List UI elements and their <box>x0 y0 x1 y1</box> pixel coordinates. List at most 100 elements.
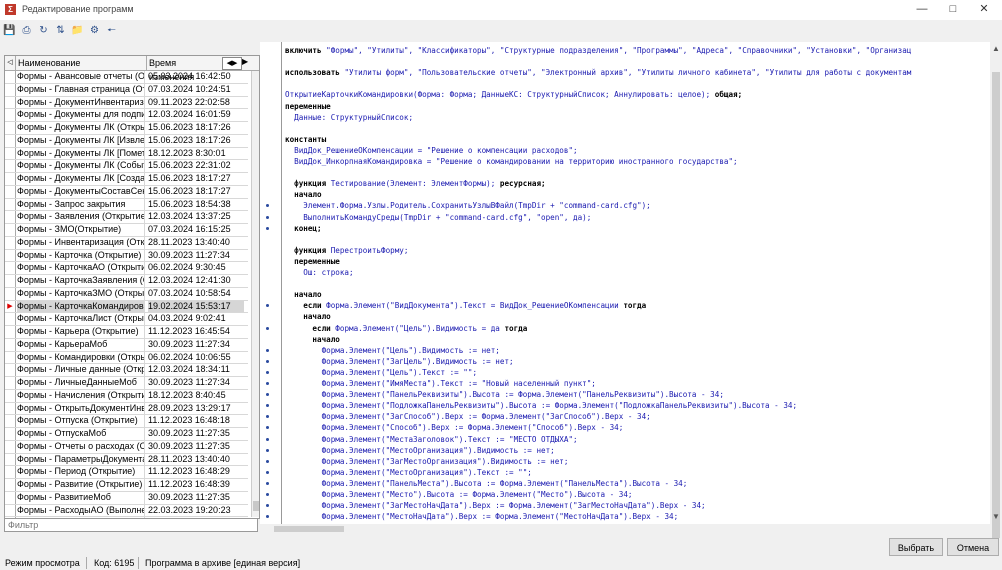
table-row[interactable]: Формы - Главная страница (Откр 07.03.2024… <box>5 83 248 97</box>
table-row[interactable]: Формы - Документы ЛК [Создать 15.06.2023 … <box>5 173 248 186</box>
window-title: Редактирование программ <box>22 4 134 14</box>
row-name: Формы - Авансовые отчеты (Отк <box>17 71 145 83</box>
select-button[interactable]: Выбрать <box>889 538 943 556</box>
row-name: Формы - Командировки (Открыти <box>17 351 145 364</box>
grid-header: ◁ Наименование Время изменения ◀▶ ▶ <box>5 56 259 82</box>
breakpoint-marker-icon[interactable] <box>266 226 269 230</box>
table-row[interactable]: Формы - Карточка (Открытие) 30.09.2023 11… <box>5 249 248 263</box>
settings-icon[interactable]: ⚙ <box>88 24 101 37</box>
row-time: 12.03.2024 12:41:30 <box>148 275 231 285</box>
table-row[interactable]: Формы - РасходыАО (Выполнение22.03.2023 … <box>5 504 248 518</box>
breakpoint-marker-icon[interactable] <box>266 359 269 363</box>
code-keyword: общая; <box>714 90 743 100</box>
maximize-button[interactable]: □ <box>938 1 968 17</box>
open-folder-icon[interactable]: 📁 <box>71 24 84 37</box>
column-header-time[interactable]: Время изменения <box>147 56 223 82</box>
code-keyword: тогда <box>623 301 647 311</box>
code-line: ВидДок_ИнкорпнаяКомандировка = "Решение … <box>285 156 738 167</box>
column-nav-arrows-icon[interactable]: ◀▶ <box>222 57 242 70</box>
filter-input[interactable] <box>4 518 258 532</box>
table-row[interactable]: Формы - Карьера (Открытие) 11.12.2023 16:… <box>5 326 248 339</box>
scroll-up-icon[interactable]: ▲ <box>992 44 1000 53</box>
table-row[interactable]: Формы - Запрос закрытия 15.06.2023 18:54:… <box>5 198 248 212</box>
table-row[interactable]: Формы - ЗМО(Открытие) 07.03.2024 16:15:25 <box>5 224 248 237</box>
breakpoint-marker-icon[interactable] <box>266 493 269 496</box>
table-row[interactable]: Формы - Развитие (Открытие) 11.12.2023 16… <box>5 479 248 492</box>
code-scrollbar-thumb[interactable] <box>992 72 1000 538</box>
code-horizontal-scrollbar[interactable] <box>260 524 990 534</box>
table-row[interactable]: Формы - ОтпускаМоб 30.09.2023 11:27:35 <box>5 428 248 441</box>
code-keyword: использовать <box>285 68 345 78</box>
code-text: ВидДок_ИнкорпнаяКомандировка = "Решение … <box>285 157 738 166</box>
programs-grid: ◁ Наименование Время изменения ◀▶ ▶ Форм… <box>4 55 260 519</box>
table-row[interactable]: Формы - Заявления (Открытие) 12.03.2024 1… <box>5 211 248 224</box>
table-row[interactable]: Формы - Авансовые отчеты (Отк 05.03.2024 … <box>5 71 248 84</box>
cancel-button[interactable]: Отмена <box>947 538 999 556</box>
table-row[interactable]: Формы - РазвитиеМоб 30.09.2023 11:27:35 <box>5 491 248 505</box>
breakpoint-marker-icon[interactable] <box>266 348 269 352</box>
row-name: Формы - ДокументыСоставСени <box>17 185 145 198</box>
row-time: 05.03.2024 16:42:50 <box>148 71 231 81</box>
gutter-divider <box>281 42 282 524</box>
code-gutter <box>260 42 280 524</box>
column-header-name[interactable]: Наименование <box>16 56 147 70</box>
table-row[interactable]: Формы - КарточкаЗМО (Открытие 07.03.2024 … <box>5 287 248 301</box>
table-row[interactable]: Формы - КарточкаЗаявления (Отк 12.03.2024… <box>5 275 248 288</box>
table-row[interactable]: Формы - Начисления (Открытие) 18.12.2023 … <box>5 389 248 403</box>
code-vertical-scrollbar[interactable]: ▲ ▼ <box>990 42 1002 538</box>
code-text: Форма.Элемент("МестоНачДата").Верх := Фо… <box>285 512 679 522</box>
breakpoint-marker-icon[interactable] <box>266 470 269 474</box>
status-divider <box>86 557 87 569</box>
scroll-down-icon[interactable]: ▼ <box>992 512 1000 521</box>
grid-scrollbar[interactable] <box>251 71 259 517</box>
table-row[interactable]: ▶ Формы - КарточкаКомандировки 19.02.2024 … <box>5 300 248 314</box>
row-indicator <box>5 71 16 83</box>
table-row[interactable]: Формы - ОткрытьДокументИнвен 28.09.2023 1… <box>5 402 248 416</box>
table-row[interactable]: Формы - КарточкаЛист (Открытие 04.03.2024… <box>5 313 248 326</box>
row-name: Формы - Документы ЛК [Пометит <box>17 147 145 160</box>
breakpoint-marker-icon[interactable] <box>266 370 269 374</box>
table-row[interactable]: Формы - Документы для подписа 12.03.2024 … <box>5 109 248 122</box>
minimize-button[interactable]: — <box>907 1 937 17</box>
row-time: 15.06.2023 18:17:27 <box>148 173 231 183</box>
code-hscroll-thumb[interactable] <box>274 526 344 532</box>
table-row[interactable]: Формы - Личные данные (Открыт 12.03.2024 … <box>5 364 248 377</box>
row-time: 30.09.2023 11:27:35 <box>148 428 230 438</box>
table-row[interactable]: Формы - ЛичныеДанныеМоб 30.09.2023 11:27:… <box>5 377 248 390</box>
table-row[interactable]: Формы - Отчеты о расходах (Отк 30.09.2023… <box>5 440 248 454</box>
breakpoint-marker-icon[interactable] <box>266 481 269 485</box>
breakpoint-marker-icon[interactable] <box>266 326 269 330</box>
grid-scrollbar-thumb[interactable] <box>253 501 259 511</box>
print-icon[interactable]: ⎙ <box>20 24 33 37</box>
breakpoint-marker-icon[interactable] <box>266 448 269 452</box>
refresh-icon[interactable]: ↻ <box>37 24 50 37</box>
code-editor[interactable]: включить "Формы", "Утилиты", "Классифика… <box>260 42 990 524</box>
table-row[interactable]: Формы - ДокументыСоставСени 15.06.2023 18… <box>5 185 248 199</box>
table-row[interactable]: Формы - Отпуска (Открытие) 11.12.2023 16:… <box>5 415 248 428</box>
row-name: Формы - Период (Открытие) <box>17 466 145 478</box>
save-icon[interactable]: 💾 <box>3 24 16 37</box>
scroll-right-icon[interactable]: ▶ <box>242 57 248 66</box>
table-row[interactable]: Формы - ПараметрыДокумента (О28.11.2023 … <box>5 453 248 467</box>
breakpoint-marker-icon[interactable] <box>266 459 269 463</box>
code-keyword: константы <box>285 134 327 144</box>
code-line: константы <box>285 134 326 145</box>
table-row[interactable]: Формы - Документы ЛК (Открыти 15.06.2023 … <box>5 122 248 135</box>
code-line: Форма.Элемент("ЗагМестоОрганизация").Вид… <box>285 456 569 467</box>
breakpoint-marker-icon[interactable] <box>266 382 269 385</box>
back-arrow-icon[interactable]: 🠔 <box>105 24 118 37</box>
table-row[interactable]: Формы - Период (Открытие) 11.12.2023 16:4… <box>5 466 248 479</box>
table-row[interactable]: Формы - Документы ЛК [Пометит 18.12.2023 … <box>5 147 248 161</box>
table-row[interactable]: Формы - КарточкаАО (Открытие) 06.02.2024 … <box>5 262 248 275</box>
close-button[interactable]: ✕ <box>969 1 999 17</box>
status-code: Код: 6195 <box>94 558 135 568</box>
table-row[interactable]: Формы - ДокументИнвентаризаци 09.11.2023 … <box>5 96 248 110</box>
table-row[interactable]: Формы - Документы ЛК (События 15.06.2023 … <box>5 160 248 173</box>
table-row[interactable]: Формы - Документы ЛК [Извлечь 15.06.2023 … <box>5 134 248 148</box>
sort-icon[interactable]: ⇅ <box>54 24 67 37</box>
table-row[interactable]: Формы - Командировки (Открыти 06.02.2024 … <box>5 351 248 365</box>
table-row[interactable]: Формы - КарьераМоб 30.09.2023 11:27:34 <box>5 338 248 352</box>
breakpoint-marker-icon[interactable] <box>266 215 269 219</box>
breakpoint-marker-icon[interactable] <box>266 437 269 441</box>
table-row[interactable]: Формы - Инвентаризация (Открыт28.11.2023… <box>5 236 248 250</box>
